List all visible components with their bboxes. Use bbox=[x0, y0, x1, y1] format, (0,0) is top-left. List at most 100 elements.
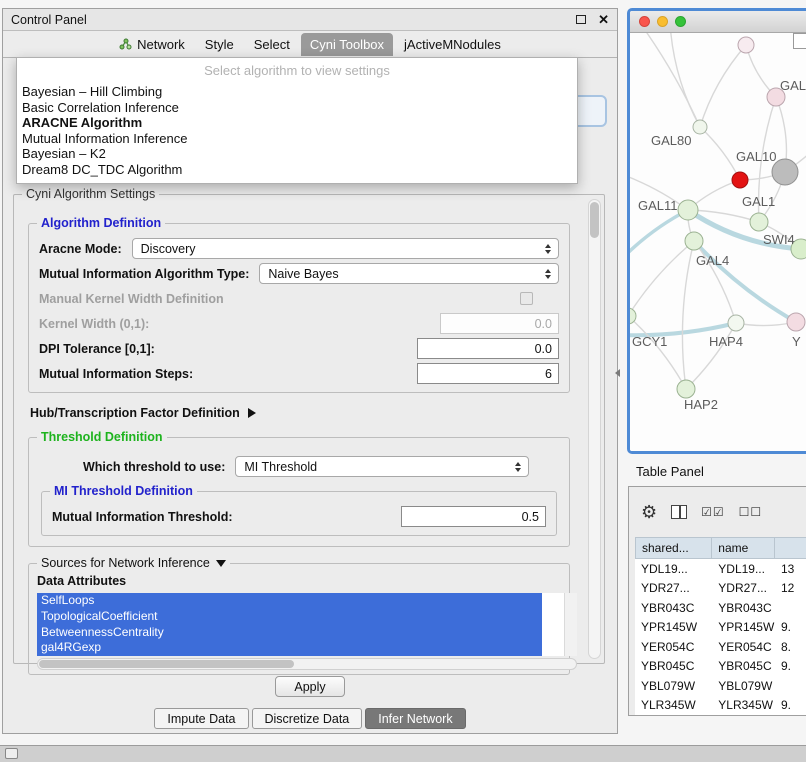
table-row[interactable]: YBR043CYBR043C bbox=[635, 598, 806, 618]
tab-select[interactable]: Select bbox=[245, 33, 299, 56]
node-label: GAL10 bbox=[736, 149, 776, 164]
network-node[interactable] bbox=[678, 200, 698, 220]
scrollbar-thumb[interactable] bbox=[39, 660, 294, 668]
network-node[interactable] bbox=[728, 315, 744, 331]
table-row[interactable]: YPR145WYPR145W9. bbox=[635, 618, 806, 638]
float-window-icon[interactable] bbox=[576, 15, 586, 24]
table-cell: YER054C bbox=[635, 637, 712, 657]
table-row[interactable]: YBR045CYBR045C9. bbox=[635, 657, 806, 677]
network-edge bbox=[700, 127, 740, 180]
table-cell: YBR043C bbox=[712, 598, 775, 618]
mi-steps-field[interactable]: 6 bbox=[417, 363, 559, 384]
mi-type-select[interactable]: Naive Bayes bbox=[259, 263, 559, 284]
attribute-item[interactable]: BetweennessCentrality bbox=[37, 625, 542, 641]
kernel-width-field[interactable]: 0.0 bbox=[440, 313, 559, 334]
table-row[interactable]: YLR345WYLR345W9. bbox=[635, 696, 806, 716]
tab-style[interactable]: Style bbox=[196, 33, 243, 56]
manual-kernel-checkbox[interactable] bbox=[520, 292, 533, 305]
network-node[interactable] bbox=[787, 313, 805, 331]
zoom-traffic-light[interactable] bbox=[675, 16, 686, 27]
close-icon[interactable]: ✕ bbox=[598, 13, 609, 26]
which-threshold-row: Which threshold to use: MI Threshold bbox=[83, 454, 557, 479]
dropdown-item[interactable]: Dream8 DC_TDC Algorithm bbox=[17, 162, 577, 178]
list-horizontal-scrollbar[interactable] bbox=[37, 658, 577, 670]
dpi-tolerance-field[interactable]: 0.0 bbox=[417, 338, 559, 359]
tab-cyni-toolbox[interactable]: Cyni Toolbox bbox=[301, 33, 393, 56]
table-row[interactable]: YDL19...YDL19...13 bbox=[635, 559, 806, 579]
network-canvas[interactable]: GALGAL80GAL10GAL11GAL1SWI4GAL4GCY1HAP4YH… bbox=[630, 33, 806, 451]
dropdown-item[interactable]: Bayesian – Hill Climbing bbox=[17, 84, 577, 100]
deselect-all-checks-icon[interactable]: ☐☐ bbox=[739, 505, 763, 519]
data-attributes-label: Data Attributes bbox=[37, 574, 563, 588]
attribute-item[interactable]: SelfLoops bbox=[37, 593, 542, 609]
tab-network[interactable]: Network bbox=[110, 33, 194, 56]
dropdown-item[interactable]: Mutual Information Inference bbox=[17, 131, 577, 147]
attribute-item[interactable]: gal4RGexp bbox=[37, 640, 542, 656]
mi-type-row: Mutual Information Algorithm Type: Naive… bbox=[37, 261, 561, 286]
restore-panel-icon[interactable] bbox=[5, 748, 18, 759]
table-panel-title: Table Panel bbox=[636, 464, 704, 479]
group-title: Algorithm Definition bbox=[37, 216, 165, 230]
data-attributes-list[interactable]: SelfLoopsTopologicalCoefficientBetweenne… bbox=[37, 593, 577, 656]
select-all-checks-icon[interactable]: ☑☑ bbox=[701, 505, 725, 519]
columns-icon[interactable] bbox=[671, 505, 687, 519]
status-bar bbox=[0, 745, 806, 762]
dropdown-item[interactable]: Basic Correlation Inference bbox=[17, 100, 577, 116]
column-header[interactable]: shared... bbox=[635, 537, 712, 559]
gear-icon[interactable]: ⚙ bbox=[641, 503, 657, 521]
sources-toggle[interactable]: Sources for Network Inference bbox=[37, 556, 230, 570]
table-row[interactable]: YDR27...YDR27...12 bbox=[635, 579, 806, 599]
network-node[interactable] bbox=[693, 120, 707, 134]
attribute-item[interactable]: TopologicalCoefficient bbox=[37, 609, 542, 625]
network-node[interactable] bbox=[732, 172, 748, 188]
mi-type-label: Mutual Information Algorithm Type: bbox=[39, 267, 249, 281]
network-graph: GALGAL80GAL10GAL11GAL1SWI4GAL4GCY1HAP4YH… bbox=[630, 33, 806, 451]
tab-jactivemnodules[interactable]: jActiveMNodules bbox=[395, 33, 510, 56]
selected-value: Discovery bbox=[141, 242, 542, 256]
settings-vertical-scrollbar[interactable] bbox=[588, 199, 601, 659]
group-title: Threshold Definition bbox=[37, 430, 167, 444]
table-cell: 13 bbox=[775, 559, 806, 579]
dropdown-item-selected[interactable]: ARACNE Algorithm bbox=[17, 115, 577, 131]
table-body: YDL19...YDL19...13YDR27...YDR27...12YBR0… bbox=[635, 559, 806, 715]
table-toolbar: ⚙ ☑☑ ☐☐ bbox=[629, 487, 806, 537]
network-node[interactable] bbox=[738, 37, 754, 53]
node-table: shared...name YDL19...YDL19...13YDR27...… bbox=[635, 537, 806, 715]
canvas-toolbox-fragment[interactable] bbox=[793, 33, 806, 49]
list-vertical-scrollbar[interactable] bbox=[564, 593, 577, 656]
mi-threshold-field[interactable]: 0.5 bbox=[401, 506, 546, 527]
network-icon bbox=[119, 38, 132, 50]
dropdown-item[interactable]: Bayesian – K2 bbox=[17, 146, 577, 162]
node-label: GCY1 bbox=[632, 334, 667, 349]
aracne-mode-select[interactable]: Discovery bbox=[132, 238, 559, 259]
minimize-traffic-light[interactable] bbox=[657, 16, 668, 27]
hub-definition-toggle[interactable]: Hub/Transcription Factor Definition bbox=[30, 405, 568, 421]
chevron-right-icon bbox=[248, 408, 256, 418]
table-row[interactable]: YBL079WYBL079W bbox=[635, 676, 806, 696]
tab-discretize-data[interactable]: Discretize Data bbox=[252, 708, 363, 729]
column-header[interactable] bbox=[775, 537, 806, 559]
scrollbar-thumb[interactable] bbox=[590, 202, 599, 238]
table-cell bbox=[775, 598, 806, 618]
table-cell: YLR345W bbox=[712, 696, 775, 716]
table-cell: YBL079W bbox=[635, 676, 712, 696]
table-cell: YDL19... bbox=[635, 559, 712, 579]
tab-impute-data[interactable]: Impute Data bbox=[154, 708, 248, 729]
panel-collapse-arrow[interactable] bbox=[615, 369, 620, 377]
chevron-down-icon bbox=[216, 560, 226, 567]
column-header[interactable]: name bbox=[712, 537, 775, 559]
tab-infer-network[interactable]: Infer Network bbox=[365, 708, 465, 729]
network-node[interactable] bbox=[750, 213, 768, 231]
network-node[interactable] bbox=[677, 380, 695, 398]
network-node[interactable] bbox=[630, 308, 636, 324]
close-traffic-light[interactable] bbox=[639, 16, 650, 27]
node-label: GAL1 bbox=[742, 194, 775, 209]
table-row[interactable]: YER054CYER054C8. bbox=[635, 637, 806, 657]
node-label: HAP4 bbox=[709, 334, 743, 349]
which-threshold-select[interactable]: MI Threshold bbox=[235, 456, 529, 477]
apply-button[interactable]: Apply bbox=[275, 676, 345, 697]
tab-label: Cyni Toolbox bbox=[310, 37, 384, 52]
network-node[interactable] bbox=[685, 232, 703, 250]
network-edge bbox=[700, 45, 746, 127]
mi-steps-row: Mutual Information Steps: 6 bbox=[37, 361, 561, 386]
